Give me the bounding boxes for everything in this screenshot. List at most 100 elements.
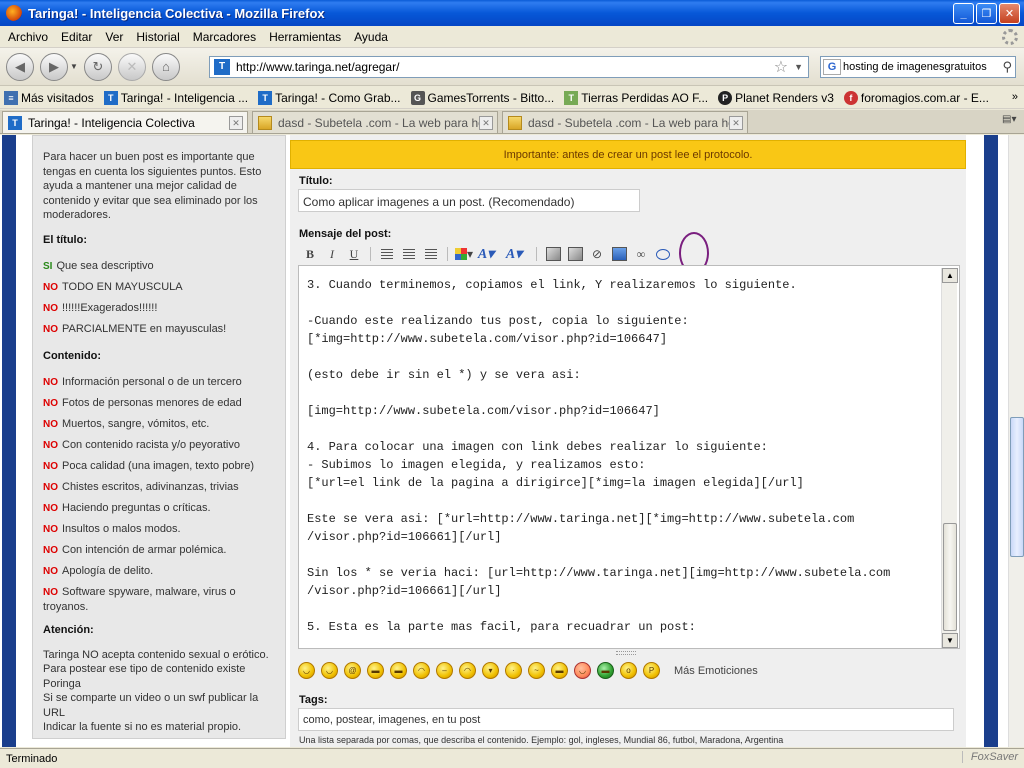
- tab-subetela-2[interactable]: dasd - Subetela .com - La web para hosp.…: [502, 111, 748, 133]
- insert-quote-icon[interactable]: [653, 245, 673, 263]
- rule-text: TODO EN MAYUSCULA: [62, 280, 183, 293]
- italic-button[interactable]: I: [322, 245, 342, 263]
- menu-herramientas[interactable]: Herramientas: [264, 30, 346, 44]
- editor-resize-grip[interactable]: [616, 651, 636, 655]
- stop-button[interactable]: ✕: [117, 52, 146, 81]
- bookmark-gamestorrents[interactable]: G GamesTorrents - Bitto...: [410, 90, 555, 105]
- tab-close-icon[interactable]: ✕: [229, 115, 243, 130]
- emoticon-sad-icon[interactable]: ◠: [413, 662, 430, 679]
- rule-text: Fotos de personas menores de edad: [62, 396, 242, 409]
- forbidden-badge: NO: [43, 439, 58, 451]
- insert-link-icon[interactable]: ∞: [631, 245, 651, 263]
- font-family-button[interactable]: A▾: [504, 245, 524, 263]
- font-size-button[interactable]: A▾: [476, 245, 496, 263]
- emoticon-laugh-icon[interactable]: ▬: [390, 662, 407, 679]
- emoticon-cool-icon[interactable]: ▬: [551, 662, 568, 679]
- insert-flash-icon[interactable]: ⊘: [587, 245, 607, 263]
- menu-archivo[interactable]: Archivo: [3, 30, 53, 44]
- emoticon-shocked-icon[interactable]: o: [620, 662, 637, 679]
- back-button[interactable]: ◀: [6, 52, 34, 81]
- bookmark-planet-renders[interactable]: P Planet Renders v3: [718, 90, 834, 105]
- tab-close-icon[interactable]: ✕: [729, 115, 743, 130]
- foxsaver-addon[interactable]: FoxSaver: [961, 751, 1018, 763]
- restore-button[interactable]: ❐: [976, 3, 997, 24]
- search-icon[interactable]: ⚲: [1002, 59, 1012, 75]
- menu-ver[interactable]: Ver: [100, 30, 128, 44]
- emoticon-dizzy-icon[interactable]: @: [344, 662, 361, 679]
- close-button[interactable]: ✕: [999, 3, 1020, 24]
- emoticon-blush-icon[interactable]: ◡: [574, 662, 591, 679]
- bookmark-foromagios[interactable]: f foromagios.com.ar - E...: [843, 90, 989, 105]
- bookmark-label: GamesTorrents - Bitto...: [427, 90, 555, 105]
- rule-item: NO Con intención de armar polémica.: [43, 543, 275, 558]
- underline-button[interactable]: U: [344, 245, 364, 263]
- minimize-button[interactable]: _: [953, 3, 974, 24]
- tab-subetela-1[interactable]: dasd - Subetela .com - La web para hosp.…: [252, 111, 498, 133]
- forbidden-badge: NO: [43, 523, 58, 535]
- more-emoticons-link[interactable]: Más Emoticiones: [674, 665, 758, 677]
- emoticon-blank-icon[interactable]: ·: [505, 662, 522, 679]
- menu-historial[interactable]: Historial: [131, 30, 184, 44]
- url-bar[interactable]: T http://www.taringa.net/agregar/ ☆ ▼: [209, 56, 809, 78]
- scroll-down-icon[interactable]: ▼: [942, 633, 958, 648]
- search-bar[interactable]: G hosting de imagenesgratuitos ⚲: [820, 56, 1016, 78]
- bookmark-star-icon[interactable]: ☆: [774, 57, 788, 77]
- emoticon-neutral-icon[interactable]: –: [436, 662, 453, 679]
- protocol-notice[interactable]: Importante: antes de crear un post lee e…: [290, 140, 966, 169]
- page-scrollbar[interactable]: [1008, 135, 1024, 747]
- forward-button[interactable]: ▶: [40, 52, 68, 81]
- tags-input[interactable]: como, postear, imagenes, en tu post: [298, 708, 954, 731]
- rule-item: NO Haciendo preguntas o críticas.: [43, 501, 275, 516]
- menu-ayuda[interactable]: Ayuda: [349, 30, 393, 44]
- tab-label: Taringa! - Inteligencia Colectiva: [28, 115, 195, 130]
- home-button[interactable]: ⌂: [151, 52, 180, 81]
- message-editor[interactable]: 3. Cuando terminemos, copiamos el link, …: [298, 265, 960, 649]
- bold-button[interactable]: B: [300, 245, 320, 263]
- forbidden-badge: NO: [43, 460, 58, 472]
- insert-video-icon[interactable]: [565, 245, 585, 263]
- emoticon-angry-icon[interactable]: ▾: [482, 662, 499, 679]
- menu-marcadores[interactable]: Marcadores: [188, 30, 261, 44]
- bookmark-tierras-perdidas[interactable]: T Tierras Perdidas AO F...: [564, 90, 708, 105]
- tab-taringa[interactable]: T Taringa! - Inteligencia Colectiva ✕: [2, 111, 248, 133]
- title-input[interactable]: Como aplicar imagenes a un post. (Recome…: [298, 189, 640, 212]
- scroll-up-icon[interactable]: ▲: [942, 268, 958, 283]
- emoticon-sick-icon[interactable]: ▬: [597, 662, 614, 679]
- page-scroll-thumb[interactable]: [1010, 417, 1024, 557]
- insert-image-icon[interactable]: [543, 245, 563, 263]
- editor-scroll-thumb[interactable]: [943, 523, 957, 631]
- bookmarks-overflow-icon[interactable]: »: [1012, 91, 1018, 103]
- editor-scrollbar[interactable]: ▲ ▼: [941, 268, 958, 648]
- emoticon-smile-icon[interactable]: ◡: [298, 662, 315, 679]
- emoticon-grin-icon[interactable]: ▬: [367, 662, 384, 679]
- emoticon-cry-icon[interactable]: ◠: [459, 662, 476, 679]
- url-dropdown-icon[interactable]: ▼: [794, 62, 803, 72]
- reload-button[interactable]: ↻: [83, 52, 112, 81]
- rule-item: NO Apología de delito.: [43, 564, 275, 579]
- forbidden-badge: NO: [43, 418, 58, 430]
- search-input[interactable]: hosting de imagenesgratuitos: [843, 61, 1002, 73]
- window-title: Taringa! - Inteligencia Colectiva - Mozi…: [28, 5, 325, 21]
- message-textarea[interactable]: 3. Cuando terminemos, copiamos el link, …: [307, 276, 932, 646]
- align-left-button[interactable]: [377, 245, 397, 263]
- toolbar-separator: [536, 247, 537, 261]
- align-right-button[interactable]: [421, 245, 441, 263]
- menu-editar[interactable]: Editar: [56, 30, 97, 44]
- emoticon-confused-icon[interactable]: ~: [528, 662, 545, 679]
- forbidden-badge: NO: [43, 502, 58, 514]
- tab-close-icon[interactable]: ✕: [479, 115, 493, 130]
- bookmark-taringa-1[interactable]: T Taringa! - Inteligencia ...: [103, 90, 248, 105]
- align-center-button[interactable]: [399, 245, 419, 263]
- folder-icon: [508, 115, 522, 130]
- insert-picture-icon[interactable]: [609, 245, 629, 263]
- poringa-link[interactable]: Poringa: [43, 677, 275, 692]
- google-engine-icon[interactable]: G: [823, 59, 841, 75]
- color-picker-button[interactable]: ▾: [454, 245, 474, 263]
- emoticon-wink-icon[interactable]: ◡: [321, 662, 338, 679]
- emoticon-tongue-icon[interactable]: P: [643, 662, 660, 679]
- bookmark-taringa-2[interactable]: T Taringa! - Como Grab...: [258, 90, 401, 105]
- url-text[interactable]: http://www.taringa.net/agregar/: [236, 60, 774, 74]
- tab-list-icon[interactable]: ▤▾: [1002, 114, 1020, 129]
- bookmark-most-visited[interactable]: ≡ Más visitados: [4, 90, 94, 105]
- history-dropdown-icon[interactable]: ▼: [70, 62, 78, 71]
